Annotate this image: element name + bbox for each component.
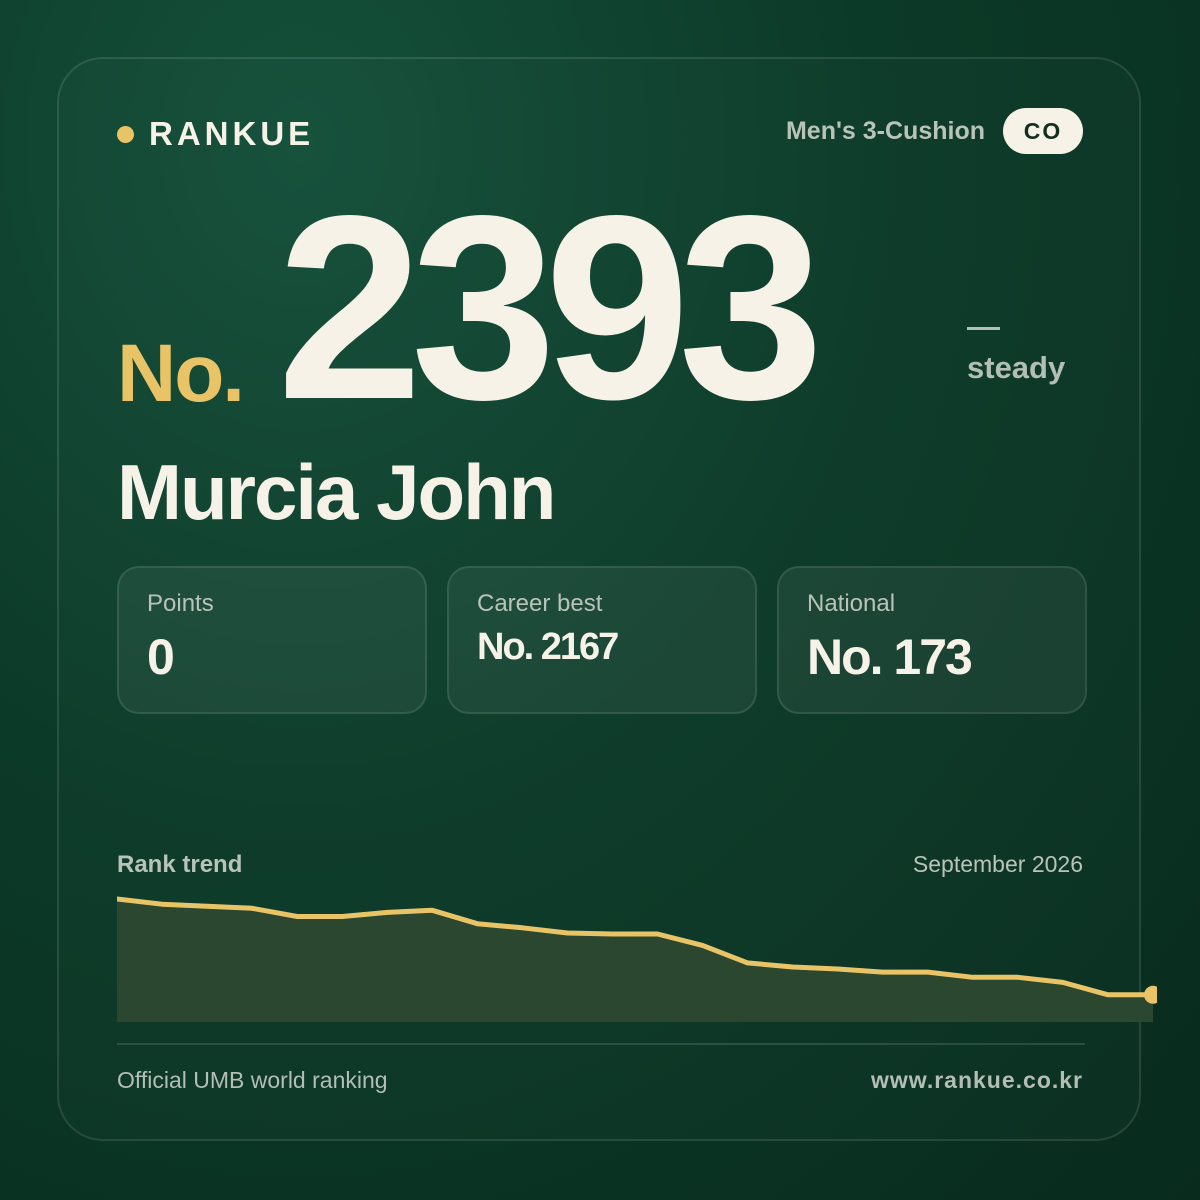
footer-website-link[interactable]: www.rankue.co.kr xyxy=(871,1067,1083,1094)
stat-points: Points 0 xyxy=(117,566,427,714)
rank-number: 2393 xyxy=(277,161,824,454)
stat-career-best: Career best No. 2167 xyxy=(447,566,757,714)
stat-value: No. 2167 xyxy=(477,626,619,668)
stat-national: National No. 173 xyxy=(777,566,1087,714)
trend-title: Rank trend xyxy=(117,851,243,878)
category-label: Men's 3-Cushion xyxy=(785,116,985,145)
stat-label: National xyxy=(807,590,896,617)
rank-trend-chart xyxy=(117,896,1157,1022)
stat-label: Career best xyxy=(477,590,603,617)
stat-label: Points xyxy=(147,590,214,617)
country-badge: CO xyxy=(1003,108,1083,154)
trend-date: September 2026 xyxy=(912,851,1083,877)
category: Men's 3-Cushion CO xyxy=(786,108,1083,154)
brand: RANKUE xyxy=(117,115,314,153)
footer-divider xyxy=(117,1043,1085,1045)
rank-card: RANKUE Men's 3-Cushion CO No. 2393 stead… xyxy=(57,57,1157,1141)
rank-prefix: No. xyxy=(117,328,245,419)
brand-name: RANKUE xyxy=(149,115,315,152)
footer-source: Official UMB world ranking xyxy=(117,1067,388,1093)
trend-area xyxy=(117,899,1153,1022)
stat-value: 0 xyxy=(147,629,175,685)
steady-dash-icon xyxy=(967,327,1000,330)
stat-value: No. 173 xyxy=(807,629,973,685)
brand-dot-icon xyxy=(117,125,134,143)
rank-change: steady xyxy=(967,327,1065,386)
player-name: Murcia John xyxy=(117,448,556,536)
rank-change-label: steady xyxy=(967,350,1066,385)
